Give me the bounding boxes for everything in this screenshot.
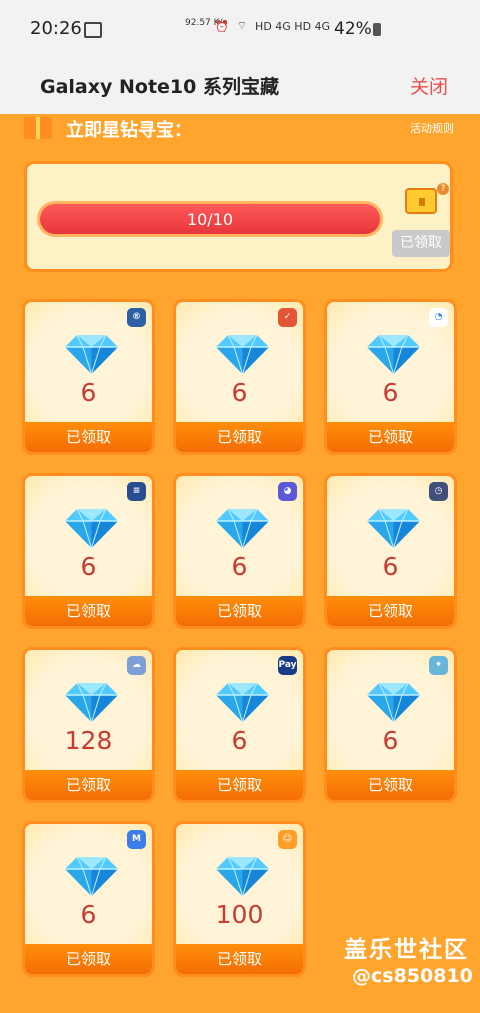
cloud-app-icon: ☁ [127, 656, 146, 675]
reward-amount: 6 [80, 378, 97, 407]
diamond-icon [216, 683, 269, 722]
reward-card[interactable]: ◔ 6 已领取 [324, 299, 457, 455]
activity-rules-link[interactable]: 活动规则 [410, 120, 454, 136]
clock-app-icon: ◷ [429, 482, 448, 501]
claimed-button[interactable]: 已领取 [25, 596, 152, 626]
battery-icon [373, 23, 381, 36]
reward-card[interactable]: ☺ 100 已领取 [173, 821, 306, 977]
reward-amount: 6 [80, 552, 97, 581]
page-header: Galaxy Note10 系列宝藏 关闭 [0, 58, 480, 114]
treasure-title: 立即星钻寻宝： [66, 120, 192, 141]
close-button[interactable]: 关闭 [410, 72, 448, 99]
m-app-icon: M [127, 830, 146, 849]
diamond-icon [65, 509, 118, 548]
progress-claimed-button[interactable]: 已领取 [392, 230, 450, 257]
claimed-button[interactable]: 已领取 [176, 596, 303, 626]
diamond-icon [216, 857, 269, 896]
blue-app-icon: ◔ [429, 308, 448, 327]
diamond-icon [367, 335, 420, 374]
reward-card[interactable]: ◕ 6 已领取 [173, 473, 306, 629]
samsung-members-icon: ® [127, 308, 146, 327]
status-time: 20:26 [30, 18, 82, 39]
claimed-button[interactable]: 已领取 [176, 422, 303, 452]
reward-amount: 128 [64, 726, 113, 755]
reward-card[interactable]: ® 6 已领取 [22, 299, 155, 455]
diamond-icon [65, 335, 118, 374]
progress-text: 10/10 [186, 210, 234, 229]
watermark-user: @cs850810 [352, 965, 473, 987]
battery-percent: 42% [334, 19, 372, 39]
reward-card[interactable]: ✓ 6 已领取 [173, 299, 306, 455]
reward-card[interactable]: ≡ 6 已领取 [22, 473, 155, 629]
reward-card[interactable]: ☁ 128 已领取 [22, 647, 155, 803]
status-bar: 20:26 92.57 K/s ⏰ ⌔ HD 4G HD 4G 42% [0, 0, 480, 58]
diamond-icon [367, 683, 420, 722]
progress-bar: 10/10 [37, 201, 383, 237]
diamond-icon [216, 335, 269, 374]
signal-status: ⏰ ⌔ HD 4G HD 4G [215, 19, 330, 33]
claimed-button[interactable]: 已领取 [327, 770, 454, 800]
gift-icon [24, 117, 52, 139]
reward-amount: 6 [382, 726, 399, 755]
treasure-progress-panel: 10/10 ? 已领取 [24, 161, 453, 272]
claimed-button[interactable]: 已领取 [25, 944, 152, 974]
samsung-pay-icon: Pay [278, 656, 297, 675]
diamond-icon [367, 509, 420, 548]
check-app-icon: ✓ [278, 308, 297, 327]
diamond-icon [65, 683, 118, 722]
reward-amount: 6 [80, 900, 97, 929]
claimed-button[interactable]: 已领取 [327, 596, 454, 626]
signal-text: HD 4G HD 4G [255, 19, 331, 33]
gallery-icon [84, 22, 102, 38]
claimed-button[interactable]: 已领取 [327, 422, 454, 452]
diamond-icon [65, 857, 118, 896]
claimed-button[interactable]: 已领取 [25, 422, 152, 452]
reward-card[interactable]: Pay 6 已领取 [173, 647, 306, 803]
reward-grid: ® 6 已领取 ✓ 6 已领取 ◔ 6 已领取 ≡ 6 已领取 ◕ 6 已领取 ◷ 6 已领取 ☁ 128 已领取 Pay… [22, 299, 460, 979]
watermark-community: 盖乐世社区 [344, 937, 469, 963]
emoji-app-icon: ☺ [278, 830, 297, 849]
wifi-icon: ⌔ [236, 19, 248, 32]
reward-card[interactable]: ✦ 6 已领取 [324, 647, 457, 803]
reward-card[interactable]: M 6 已领取 [22, 821, 155, 977]
reward-amount: 100 [215, 900, 264, 929]
chat-app-icon: ◕ [278, 482, 297, 501]
reward-card[interactable]: ◷ 6 已领取 [324, 473, 457, 629]
page-title: Galaxy Note10 系列宝藏 [40, 76, 279, 98]
bixby-icon: ✦ [429, 656, 448, 675]
reward-amount: 6 [231, 378, 248, 407]
reward-amount: 6 [231, 726, 248, 755]
alarm-icon: ⏰ [215, 19, 229, 33]
reward-amount: 6 [382, 378, 399, 407]
treasure-chest-icon [405, 188, 437, 214]
claimed-button[interactable]: 已领取 [25, 770, 152, 800]
question-icon[interactable]: ? [437, 183, 449, 195]
news-app-icon: ≡ [127, 482, 146, 501]
claimed-button[interactable]: 已领取 [176, 770, 303, 800]
reward-amount: 6 [382, 552, 399, 581]
claimed-button[interactable]: 已领取 [176, 944, 303, 974]
diamond-icon [216, 509, 269, 548]
reward-amount: 6 [231, 552, 248, 581]
